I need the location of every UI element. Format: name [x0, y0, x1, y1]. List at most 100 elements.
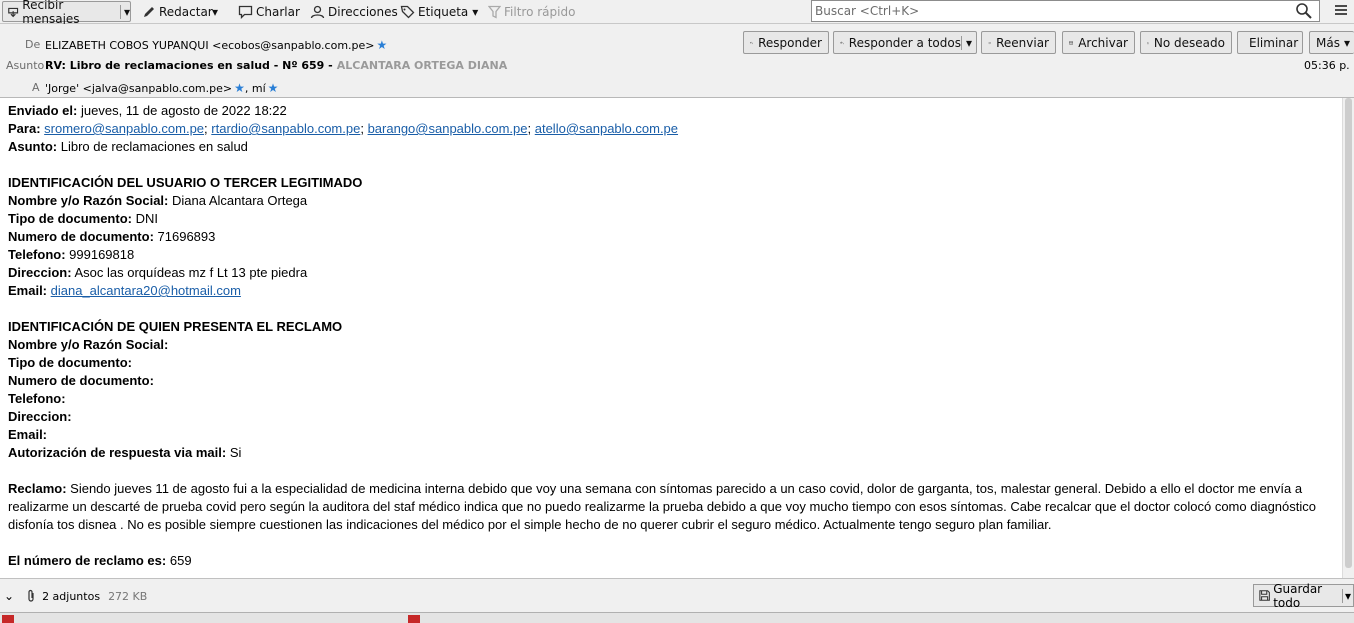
docnum2-label: Numero de documento:: [8, 373, 154, 388]
attachment-item[interactable]: [2, 615, 402, 623]
claim-label: Reclamo:: [8, 481, 67, 496]
name-line: Nombre y/o Razón Social: Diana Alcantara…: [8, 192, 307, 210]
address-label: Direccion:: [8, 265, 72, 280]
star-icon[interactable]: ★: [377, 38, 388, 52]
star-icon[interactable]: ★: [234, 81, 245, 95]
attachment-item[interactable]: [408, 615, 808, 623]
auth-label: Autorización de respuesta via mail:: [8, 445, 227, 460]
chevron-down-icon: ▾: [212, 4, 219, 19]
email2-label: Email:: [8, 427, 48, 442]
search-input[interactable]: Buscar <Ctrl+K>: [811, 0, 1320, 22]
subject-line-value: Libro de reclamaciones en salud: [60, 139, 248, 154]
quick-filter-label: Filtro rápido: [504, 4, 576, 19]
pdf-icon: [408, 615, 420, 623]
save-icon: [1259, 590, 1270, 601]
docnum2-line: Numero de documento:: [8, 372, 154, 390]
write-button[interactable]: Redactar: [142, 1, 213, 22]
claim-number-value: 659: [169, 553, 192, 568]
reply-all-label: Responder a todos: [848, 35, 961, 50]
attachments-size: 272 KB: [108, 589, 148, 603]
subject-value: RV: Libro de reclamaciones en salud - Nº…: [45, 59, 333, 72]
pencil-icon: [144, 6, 154, 17]
download-icon: [8, 7, 19, 17]
name2-line: Nombre y/o Razón Social:: [8, 336, 168, 354]
to-field[interactable]: 'Jorge' <jalva@sanpablo.com.pe> ★ , mí ★: [45, 81, 278, 95]
junk-button[interactable]: No deseado: [1140, 31, 1232, 54]
save-all-button[interactable]: Guardar todo ▾: [1253, 582, 1354, 610]
recipient-link[interactable]: sromero@sanpablo.com.pe: [44, 121, 204, 136]
reply-all-icon: [840, 41, 844, 44]
chevron-down-icon: ▾: [1343, 35, 1350, 50]
from-label: De: [25, 38, 41, 51]
subject-tag: ALCANTARA ORTEGA DIANA: [336, 59, 508, 72]
email-link[interactable]: diana_alcantara20@hotmail.com: [51, 283, 241, 298]
get-messages-button[interactable]: Recibir mensajes ▾: [2, 0, 131, 26]
section1-title: IDENTIFICACIÓN DEL USUARIO O TERCER LEGI…: [8, 175, 363, 190]
filter-icon: [488, 5, 501, 19]
subject-line: Asunto: Libro de reclamaciones en salud: [8, 138, 248, 156]
tag-button[interactable]: Etiqueta ▾: [400, 1, 478, 22]
subject-field: RV: Libro de reclamaciones en salud - Nº…: [45, 59, 507, 72]
archive-icon: [1069, 40, 1074, 45]
chat-button[interactable]: Charlar: [238, 1, 300, 22]
more-label: Más: [1316, 35, 1340, 50]
get-messages-label: Recibir mensajes: [22, 0, 80, 26]
sent-line: Enviado el: jueves, 11 de agosto de 2022…: [8, 102, 287, 120]
name-label: Nombre y/o Razón Social:: [8, 193, 169, 208]
attachments-toggle[interactable]: ⌄ 2 adjuntos 272 KB: [4, 589, 147, 603]
docnum-label: Numero de documento:: [8, 229, 154, 244]
chat-icon: [238, 5, 253, 19]
address-value: Asoc las orquídeas mz f Lt 13 pte piedra: [74, 265, 308, 280]
phone2-line: Telefono:: [8, 390, 66, 408]
forward-button[interactable]: Reenviar: [981, 31, 1056, 54]
reply-button[interactable]: Responder: [743, 31, 829, 54]
recipient-link[interactable]: atello@sanpablo.com.pe: [535, 121, 678, 136]
address2-label: Direccion:: [8, 409, 72, 424]
quick-filter-button[interactable]: Filtro rápido: [488, 1, 575, 22]
from-field[interactable]: ELIZABETH COBOS YUPANQUI <ecobos@sanpabl…: [45, 38, 387, 52]
to-line-label: Para:: [8, 121, 41, 136]
claim-number-line: El número de reclamo es: 659: [8, 552, 192, 570]
address-book-button[interactable]: Direcciones: [310, 1, 398, 22]
more-button[interactable]: Más ▾: [1309, 31, 1354, 54]
search-placeholder: Buscar <Ctrl+K>: [815, 4, 920, 18]
auth-line: Autorización de respuesta via mail: Si: [8, 444, 241, 462]
subject-label: Asunto: [6, 59, 45, 72]
vertical-scrollbar[interactable]: [1342, 98, 1354, 578]
claim-text: Siendo jueves 11 de agosto fui a la espe…: [8, 481, 1316, 532]
recipient-link[interactable]: rtardio@sanpablo.com.pe: [211, 121, 360, 136]
address2-line: Direccion:: [8, 408, 72, 426]
write-dropdown[interactable]: ▾: [212, 1, 218, 22]
message-time: 05:36 p. m.: [1304, 59, 1354, 72]
message-header: De ELIZABETH COBOS YUPANQUI <ecobos@sanp…: [0, 24, 1354, 98]
doctype2-label: Tipo de documento:: [8, 355, 132, 370]
name-value: Diana Alcantara Ortega: [172, 193, 308, 208]
archive-button[interactable]: Archivar: [1062, 31, 1135, 54]
attachment-list: [0, 612, 1354, 623]
app-menu-button[interactable]: [1334, 2, 1348, 21]
star-icon[interactable]: ★: [268, 81, 279, 95]
address-book-label: Direcciones: [328, 4, 398, 19]
flame-icon: [1147, 41, 1149, 44]
email-line: Email: diana_alcantara20@hotmail.com: [8, 282, 241, 300]
doctype2-line: Tipo de documento:: [8, 354, 132, 372]
sent-label: Enviado el:: [8, 103, 78, 118]
chevron-down-icon[interactable]: ▾: [1341, 588, 1353, 603]
delete-label: Eliminar: [1249, 35, 1299, 50]
doctype-value: DNI: [135, 211, 158, 226]
scrollbar-thumb[interactable]: [1345, 98, 1352, 568]
to-label: A: [32, 81, 40, 94]
reply-all-button[interactable]: Responder a todos ▾: [833, 31, 977, 54]
forward-label: Reenviar: [996, 35, 1049, 50]
recipient-link[interactable]: barango@sanpablo.com.pe: [368, 121, 528, 136]
to-line: Para: sromero@sanpablo.com.pe; rtardio@s…: [8, 121, 679, 136]
chevron-down-icon[interactable]: ▾: [119, 4, 130, 19]
claim-number-label: El número de reclamo es:: [8, 553, 167, 568]
chevron-down-icon: ▾: [472, 4, 479, 19]
chevron-down-icon[interactable]: ▾: [960, 35, 976, 50]
chat-label: Charlar: [256, 4, 300, 19]
chevron-down-icon: ⌄: [4, 589, 15, 603]
hamburger-icon: [1335, 5, 1347, 15]
delete-button[interactable]: Eliminar: [1237, 31, 1303, 54]
tag-icon: [400, 5, 415, 18]
